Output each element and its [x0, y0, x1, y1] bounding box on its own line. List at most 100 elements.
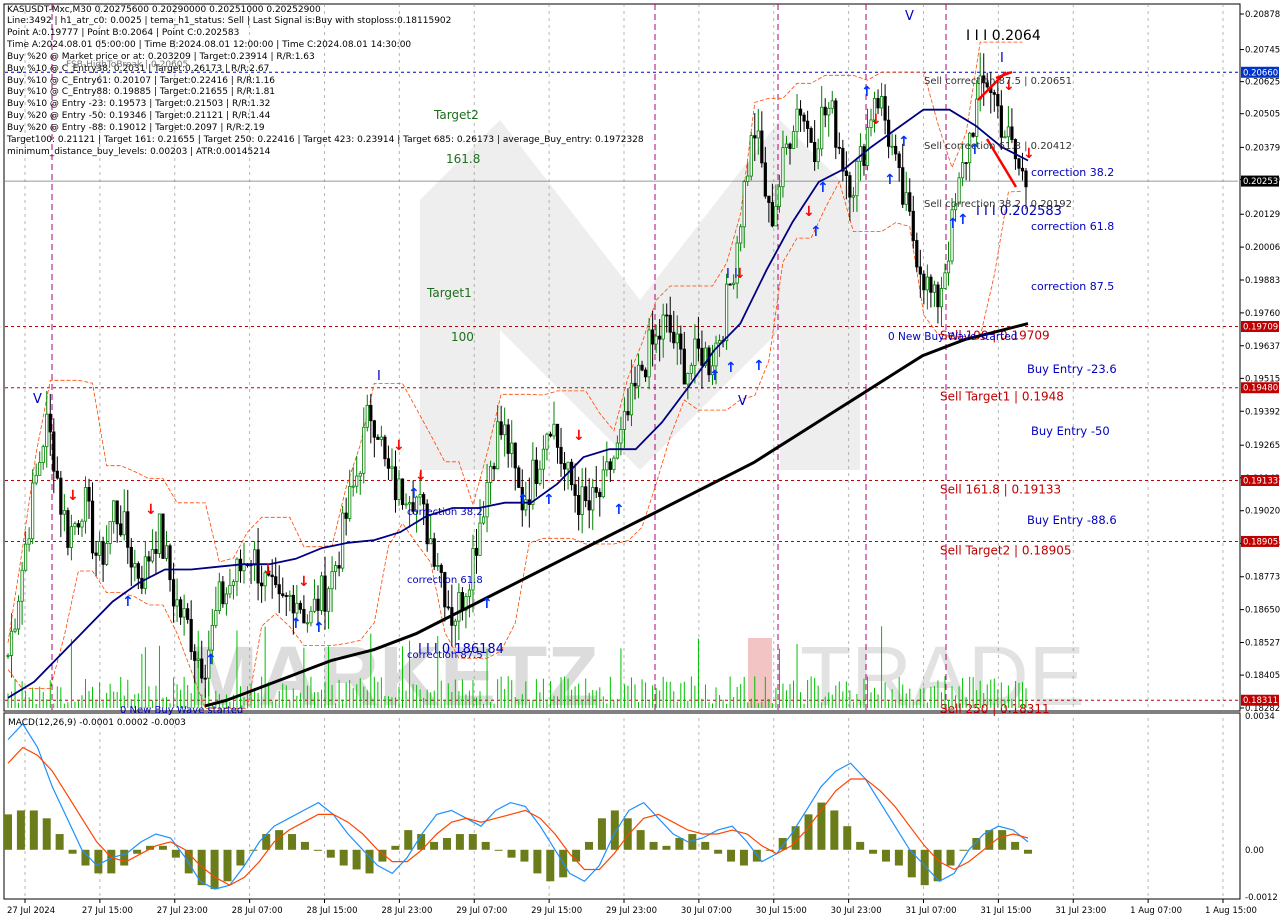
candle-body — [559, 446, 563, 464]
candle-body — [545, 433, 549, 450]
candle-body — [94, 552, 98, 556]
buy-arrow-icon: ↑ — [753, 358, 765, 374]
macd-histogram-bar — [778, 837, 787, 850]
macd-histogram-bar — [701, 841, 710, 850]
candle-body — [999, 105, 1003, 138]
candle-body — [580, 486, 584, 515]
annotation-target1-pct: 100 — [451, 330, 474, 344]
candle-body — [55, 470, 59, 479]
x-tick-label: 31 Jul 15:00 — [980, 906, 1031, 916]
macd-histogram-bar — [920, 849, 929, 886]
candle-body — [355, 475, 359, 487]
candle-body — [302, 608, 306, 624]
level-label: Sell Target1 | 0.1948 — [940, 390, 1064, 404]
macd-histogram-bar — [494, 849, 503, 851]
candle-body — [189, 619, 193, 653]
y-tick-label: 0.20878 — [1245, 10, 1280, 20]
candle-body — [1006, 126, 1010, 138]
macd-histogram-bar — [352, 849, 361, 870]
candle-body — [150, 549, 155, 562]
candle-body — [344, 512, 348, 519]
macd-histogram-bar — [29, 810, 38, 850]
candle-body — [129, 546, 133, 568]
y-tick-label: 0.18405 — [1245, 671, 1280, 681]
candle-body — [284, 595, 288, 597]
candle-body — [76, 523, 81, 528]
candle-body — [788, 143, 792, 149]
macd-histogram-bar — [610, 810, 619, 850]
candle-body — [862, 146, 866, 166]
y-tick-label: 0.19265 — [1245, 441, 1280, 451]
macd-histogram-bar — [171, 849, 180, 858]
candle-body — [774, 205, 778, 227]
candle-body — [154, 549, 158, 554]
annotation-buy-entry-88: Buy Entry -88.6 — [1027, 513, 1117, 527]
candle-body — [217, 581, 221, 611]
annotation-correction-38-right: correction 38.2 — [1031, 166, 1114, 179]
candle-body — [813, 142, 817, 163]
candle-body — [834, 100, 838, 148]
candle-body — [929, 276, 933, 293]
buy-arrow-icon: ↑ — [957, 212, 969, 228]
candle-body — [693, 338, 697, 366]
candle-body — [668, 314, 672, 333]
candle-body — [126, 511, 130, 548]
candle-body — [6, 655, 10, 657]
candle-body — [879, 96, 884, 109]
annotation-target2: Target2 — [433, 108, 479, 122]
x-tick-label: 29 Jul 15:00 — [531, 906, 582, 916]
x-tick-label: 28 Jul 15:00 — [307, 906, 358, 916]
info-line: Target100: 0.21121 | Target 161: 0.21655… — [7, 135, 644, 145]
candle-body — [496, 421, 500, 470]
candle-body — [925, 276, 929, 291]
candle-body — [404, 503, 408, 506]
candle-body — [351, 485, 355, 488]
macd-histogram-bar — [623, 818, 632, 850]
candle-body — [27, 538, 31, 545]
annotation-target1: Target1 — [426, 286, 472, 300]
candle-body — [538, 468, 542, 484]
candle-body — [383, 436, 387, 460]
candle-body — [672, 331, 676, 344]
candle-body — [193, 651, 197, 661]
candle-body — [960, 162, 965, 179]
level-label: Sell 250 | 0.18311 — [940, 702, 1050, 716]
candle-body — [795, 108, 799, 133]
macd-histogram-bar — [236, 849, 245, 866]
annotation-buy-entry-50: Buy Entry -50 — [1031, 424, 1110, 438]
x-tick-label: 27 Jul 15:00 — [82, 906, 133, 916]
annotation-correction-61-right: correction 61.8 — [1031, 220, 1114, 233]
candle-body — [654, 335, 658, 345]
macd-histogram-bar — [662, 845, 671, 850]
x-tick-label: 30 Jul 23:00 — [831, 906, 882, 916]
candle-body — [457, 592, 461, 622]
candle-body — [492, 465, 496, 470]
sell-arrow-icon: ↓ — [803, 204, 815, 220]
macd-histogram-bar — [520, 849, 529, 862]
candle-body — [66, 510, 70, 548]
candle-body — [31, 482, 35, 540]
x-tick-label: 30 Jul 07:00 — [681, 906, 732, 916]
annotation-correction-87-right: correction 87.5 — [1031, 280, 1114, 293]
y-tick-label: 0.20379 — [1245, 143, 1280, 153]
macd-histogram-bar — [843, 826, 852, 850]
y-tick-label: 0.20625 — [1245, 78, 1280, 88]
candle-body — [802, 114, 806, 122]
candle-body — [390, 466, 394, 469]
x-tick-label: 1 Aug 15:00 — [1205, 906, 1257, 916]
candle-body — [665, 314, 669, 317]
candle-body — [291, 594, 295, 614]
info-line: Time A:2024.08.01 05:00:00 | Time B:2024… — [7, 39, 412, 50]
candle-body — [696, 338, 701, 349]
candle-body — [164, 545, 169, 559]
macd-histogram-bar — [210, 849, 219, 890]
sell-arrow-icon: ↓ — [573, 428, 585, 444]
candle-body — [474, 547, 479, 556]
x-tick-label: 28 Jul 07:00 — [232, 906, 283, 916]
macd-histogram-bar — [869, 849, 878, 854]
candle-body — [915, 240, 919, 268]
candle-body — [400, 478, 405, 505]
candle-body — [59, 477, 63, 515]
annotation-wave-mark-v-top: V — [905, 9, 914, 24]
candle-body — [13, 628, 17, 632]
